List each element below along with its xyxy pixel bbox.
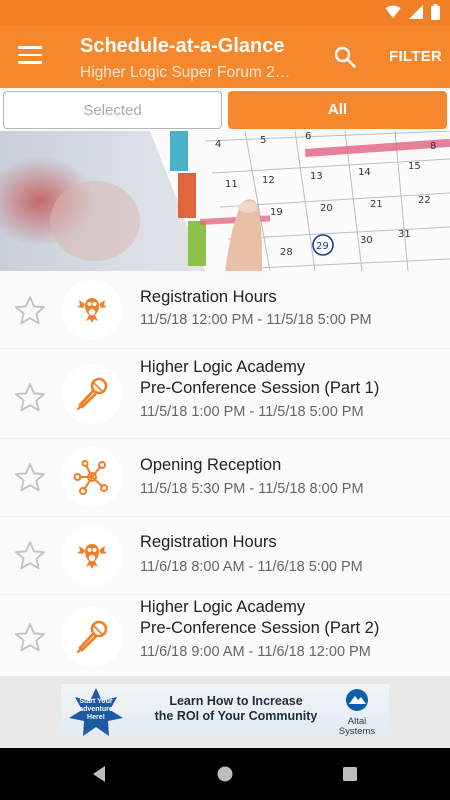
svg-text:13: 13 [310, 171, 323, 182]
event-type-badge [62, 364, 122, 424]
brand-logo: Altai Systems [333, 688, 381, 737]
home-icon[interactable] [213, 762, 237, 786]
svg-text:30: 30 [360, 235, 373, 246]
tab-all[interactable]: All [228, 91, 447, 129]
page-subtitle: Higher Logic Super Forum 2018 [80, 64, 298, 81]
app-bar: Schedule-at-a-Glance Higher Logic Super … [0, 26, 450, 88]
recents-icon[interactable] [338, 762, 362, 786]
filter-button[interactable]: FILTER [389, 48, 442, 65]
event-time: 11/6/18 8:00 AM - 11/6/18 5:00 PM [140, 559, 363, 575]
segment-control: Selected All [0, 90, 450, 130]
brand-line2: Systems [338, 726, 376, 737]
event-title-line2: Pre-Conference Session (Part 2) [140, 619, 380, 637]
event-list: Registration Hours 11/5/18 12:00 PM - 11… [0, 271, 450, 677]
event-type-badge [62, 526, 122, 586]
star-icon[interactable] [12, 538, 48, 574]
banner-image: 4 5 6 11 12 13 14 15 19 20 21 22 28 30 31 8 29 [0, 131, 450, 271]
signal-icon [409, 5, 423, 19]
svg-text:29: 29 [316, 241, 329, 252]
back-icon[interactable] [88, 762, 112, 786]
star-icon[interactable] [12, 293, 48, 329]
event-title: Higher Logic Academy Pre-Conference Sess… [140, 357, 440, 399]
event-title-line1: Higher Logic Academy [140, 358, 306, 376]
tab-selected[interactable]: Selected [3, 91, 222, 129]
list-item[interactable]: Higher Logic Academy Pre-Conference Sess… [0, 595, 450, 677]
menu-icon[interactable] [18, 46, 42, 66]
event-time: 11/5/18 5:30 PM - 11/5/18 8:00 PM [140, 481, 364, 497]
wifi-icon [385, 5, 401, 18]
ad-headline: Learn How to Increase the ROI of Your Co… [141, 694, 331, 724]
microphone-icon [76, 620, 108, 654]
event-time: 11/5/18 1:00 PM - 11/5/18 5:00 PM [140, 404, 364, 420]
star-icon[interactable] [12, 460, 48, 496]
event-time: 11/6/18 9:00 AM - 11/6/18 12:00 PM [140, 644, 371, 660]
event-title-line2: Pre-Conference Session (Part 1) [140, 379, 380, 397]
network-icon [73, 460, 108, 495]
svg-text:11: 11 [225, 179, 238, 190]
page-title: Schedule-at-a-Glance [80, 35, 285, 57]
battery-icon [431, 4, 440, 20]
ad-headline-line2: the ROI of Your Community [154, 709, 318, 723]
event-title: Opening Reception [140, 456, 282, 474]
svg-text:4: 4 [215, 139, 221, 150]
svg-text:31: 31 [398, 229, 411, 240]
star-icon[interactable] [12, 620, 48, 656]
list-item[interactable]: Registration Hours 11/5/18 12:00 PM - 11… [0, 271, 450, 349]
svg-text:28: 28 [280, 247, 293, 258]
frog-icon [77, 544, 107, 569]
svg-text:14: 14 [358, 167, 371, 178]
frog-icon [77, 298, 107, 323]
svg-text:22: 22 [418, 195, 431, 206]
svg-text:12: 12 [262, 175, 275, 186]
event-time: 11/5/18 12:00 PM - 11/5/18 5:00 PM [140, 312, 372, 328]
status-bar [0, 0, 450, 26]
svg-text:15: 15 [408, 161, 421, 172]
star-icon[interactable] [12, 380, 48, 416]
event-title: Registration Hours [140, 288, 277, 306]
ad-strip: Start Your adventure Here! Learn How to … [0, 676, 450, 748]
ad-badge-text: Start Your adventure Here! [79, 698, 113, 721]
event-type-badge [62, 447, 122, 507]
svg-text:6: 6 [305, 131, 311, 142]
ad-headline-line1: Learn How to Increase [169, 694, 303, 708]
svg-text:21: 21 [370, 199, 383, 210]
event-title: Registration Hours [140, 533, 277, 551]
altai-logo-icon [346, 689, 368, 711]
svg-text:8: 8 [430, 141, 436, 152]
svg-text:20: 20 [320, 203, 333, 214]
microphone-icon [76, 377, 108, 411]
ad-banner[interactable]: Start Your adventure Here! Learn How to … [61, 684, 389, 739]
search-icon[interactable] [333, 45, 357, 69]
list-item[interactable]: Registration Hours 11/6/18 8:00 AM - 11/… [0, 517, 450, 595]
svg-text:19: 19 [270, 207, 283, 218]
list-item[interactable]: Higher Logic Academy Pre-Conference Sess… [0, 349, 450, 439]
list-item[interactable]: Opening Reception 11/5/18 5:30 PM - 11/5… [0, 439, 450, 517]
event-type-badge [62, 280, 122, 340]
event-title-line1: Higher Logic Academy [140, 598, 306, 616]
event-type-badge [62, 607, 122, 667]
system-nav-bar [0, 748, 450, 800]
svg-text:5: 5 [260, 135, 266, 146]
event-title: Higher Logic Academy Pre-Conference Sess… [140, 597, 440, 639]
